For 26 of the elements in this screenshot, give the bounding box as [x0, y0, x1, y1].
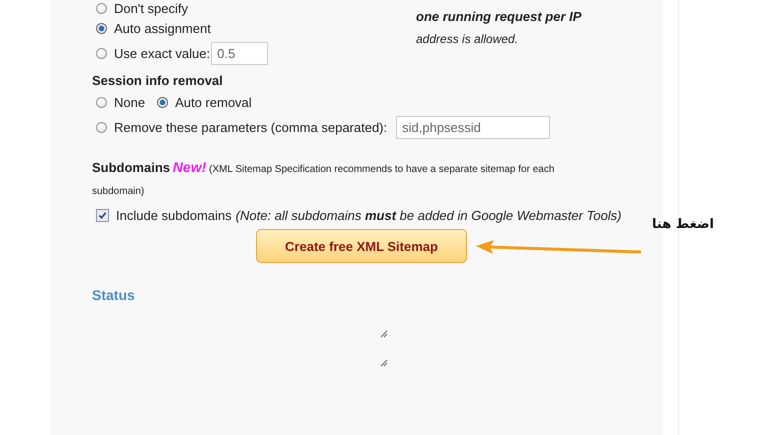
option-label: Don't specify: [114, 0, 188, 16]
option-label: Use exact value:: [114, 46, 210, 61]
section-heading: Session info removal: [92, 73, 224, 90]
radio-button[interactable]: [96, 122, 107, 133]
option-label: None: [114, 95, 146, 110]
resize-grip-icon[interactable]: [380, 330, 388, 338]
option-label: Auto assignment: [114, 21, 211, 36]
resize-grip-icon[interactable]: [380, 359, 388, 367]
radio-button[interactable]: [157, 97, 168, 108]
note-text: one running request per IP: [416, 8, 582, 26]
note-text: address is allowed.: [416, 31, 520, 48]
subdomains-heading-text: Subdomains New! (XML Sitemap Specification recommends to have a separate sitemap for each subdomain): [92, 158, 556, 199]
radio-button[interactable]: [96, 97, 107, 108]
parameters-field[interactable]: sid,phpsessid: [396, 116, 550, 139]
option-label: Auto removal: [175, 95, 252, 110]
note-text: (Note: all subdomains must be added in Google Webmaster Tools): [236, 208, 622, 223]
radio-button[interactable]: [96, 23, 107, 34]
annotation-text: اضغط هنا: [652, 217, 714, 232]
option-label: Remove these parameters (comma separated):: [114, 120, 388, 135]
checkbox[interactable]: [96, 209, 109, 222]
radio-button[interactable]: [96, 2, 107, 14]
value-field[interactable]: 0.5: [211, 42, 268, 65]
create-sitemap-button[interactable]: Create free XML Sitemap: [256, 229, 467, 263]
checkbox-label: Include subdomains: [116, 208, 232, 223]
radio-button[interactable]: [96, 48, 107, 59]
status-heading: Status: [92, 287, 136, 303]
